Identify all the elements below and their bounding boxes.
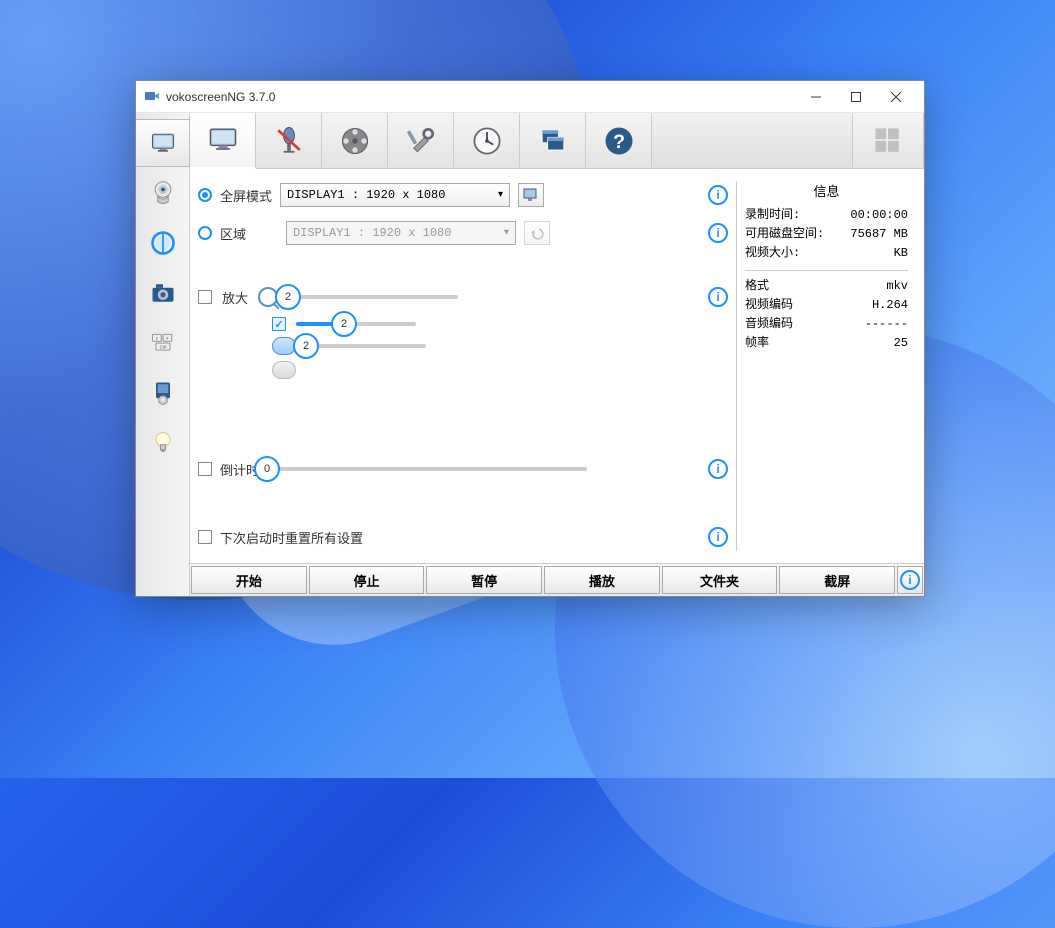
fps-label: 帧率	[745, 334, 769, 353]
window-title: vokoscreenNG 3.7.0	[166, 90, 796, 104]
rec-time-value: 00:00:00	[850, 206, 908, 225]
play-button[interactable]: 播放	[544, 566, 660, 594]
main-content: ? 全屏模式 DISPLAY1 : 1920 x 1080	[190, 113, 924, 596]
disk-value: 75687 MB	[850, 225, 908, 244]
svg-text:?: ?	[612, 131, 624, 153]
windows-logo-icon	[870, 123, 906, 159]
info-bottom-button[interactable]: i	[897, 566, 923, 594]
area-combobox: DISPLAY1 : 1920 x 1080	[286, 221, 516, 245]
info-reset-button[interactable]: i	[708, 527, 728, 547]
monitor-icon	[205, 122, 241, 158]
top-tab-tools[interactable]	[388, 113, 454, 168]
monitor-small-icon	[523, 188, 539, 202]
acodec-label: 音频编码	[745, 315, 793, 334]
fullscreen-radio[interactable]	[198, 188, 212, 202]
left-tab-magnify[interactable]	[136, 219, 189, 267]
fullscreen-label: 全屏模式	[220, 186, 272, 205]
info-panel: 信息 录制时间: 00:00:00 可用磁盘空间: 75687 MB 视频大小: KB…	[736, 181, 916, 551]
format-value: mkv	[886, 277, 908, 296]
lightbulb-icon	[149, 429, 177, 457]
acodec-value: ------	[865, 315, 908, 334]
lens-icon	[149, 229, 177, 257]
area-radio[interactable]	[198, 226, 212, 240]
zoom-toggle-off-icon	[272, 361, 296, 379]
top-tab-winos[interactable]	[852, 113, 924, 168]
display-combobox[interactable]: DISPLAY1 : 1920 x 1080	[280, 183, 510, 207]
zoom-slider-2[interactable]: 2	[296, 322, 416, 326]
fps-value: 25	[894, 334, 908, 353]
top-tab-windows[interactable]	[520, 113, 586, 168]
microphone-muted-icon	[271, 123, 307, 159]
info-fullscreen-button[interactable]: i	[708, 185, 728, 205]
left-tab-player[interactable]	[136, 369, 189, 417]
top-tab-audio[interactable]	[256, 113, 322, 168]
minimize-button[interactable]	[796, 83, 836, 111]
film-reel-icon	[337, 123, 373, 159]
clock-icon	[469, 123, 505, 159]
countdown-checkbox[interactable]	[198, 462, 212, 476]
zoom-slider-3[interactable]: 2	[306, 344, 426, 348]
identify-display-button[interactable]	[518, 183, 544, 207]
left-tab-shortcuts[interactable]: yxCtrl	[136, 319, 189, 367]
video-size-label: 视频大小:	[745, 244, 800, 263]
top-tab-bar: ?	[190, 113, 924, 169]
start-button[interactable]: 开始	[191, 566, 307, 594]
left-tab-webcam[interactable]	[136, 169, 189, 217]
bottom-bar: 开始 停止 暂停 播放 文件夹 截屏 i	[190, 563, 924, 596]
info-panel-title: 信息	[745, 181, 908, 200]
vcodec-value: H.264	[872, 296, 908, 315]
zoom-slider-3-thumb[interactable]: 2	[293, 333, 319, 359]
reset-checkbox[interactable]	[198, 530, 212, 544]
video-size-value: KB	[894, 244, 908, 263]
info-zoom-button[interactable]: i	[708, 287, 728, 307]
zoom-slider-1-thumb[interactable]: 2	[275, 284, 301, 310]
top-tab-help[interactable]: ?	[586, 113, 652, 168]
left-tab-camera[interactable]	[136, 269, 189, 317]
keyboard-keys-icon: yxCtrl	[149, 329, 177, 357]
info-countdown-button[interactable]: i	[708, 459, 728, 479]
zoom-label: 放大	[222, 288, 248, 307]
main-window: vokoscreenNG 3.7.0 yxCtrl	[135, 80, 925, 597]
player-icon	[149, 379, 177, 407]
left-tab-bar: yxCtrl	[136, 113, 190, 596]
disk-label: 可用磁盘空间:	[745, 225, 824, 244]
rec-time-label: 录制时间:	[745, 206, 800, 225]
info-area-button[interactable]: i	[708, 223, 728, 243]
countdown-slider[interactable]: 0	[267, 467, 587, 471]
zoom-opt1-checkbox[interactable]	[272, 317, 286, 331]
zoom-slider-1[interactable]: 2	[288, 295, 458, 299]
folder-button[interactable]: 文件夹	[662, 566, 778, 594]
countdown-slider-thumb[interactable]: 0	[254, 456, 280, 482]
settings-panel: 全屏模式 DISPLAY1 : 1920 x 1080 i 区域 DISPL	[198, 181, 728, 551]
left-tab-log[interactable]	[136, 419, 189, 467]
app-icon	[144, 89, 160, 105]
top-tab-display[interactable]	[190, 113, 256, 169]
top-tab-timer[interactable]	[454, 113, 520, 168]
maximize-button[interactable]	[836, 83, 876, 111]
zoom-slider-2-thumb[interactable]: 2	[331, 311, 357, 337]
left-tab-screen[interactable]	[136, 119, 190, 167]
format-label: 格式	[745, 277, 769, 296]
stop-button[interactable]: 停止	[309, 566, 425, 594]
zoom-checkbox[interactable]	[198, 290, 212, 304]
reset-label: 下次启动时重置所有设置	[220, 528, 363, 547]
svg-text:Ctrl: Ctrl	[159, 344, 166, 349]
monitor-icon	[149, 129, 177, 157]
area-label: 区域	[220, 224, 246, 243]
screenshot-button[interactable]: 截屏	[779, 566, 895, 594]
pause-button[interactable]: 暂停	[426, 566, 542, 594]
close-button[interactable]	[876, 83, 916, 111]
reset-area-button	[524, 221, 550, 245]
undo-icon	[529, 226, 545, 240]
windows-overlap-icon	[535, 123, 571, 159]
webcam-icon	[149, 179, 177, 207]
tools-icon	[403, 123, 439, 159]
top-tab-codec[interactable]	[322, 113, 388, 168]
help-icon: ?	[601, 123, 637, 159]
camera-icon	[149, 279, 177, 307]
vcodec-label: 视频编码	[745, 296, 793, 315]
titlebar: vokoscreenNG 3.7.0	[136, 81, 924, 113]
